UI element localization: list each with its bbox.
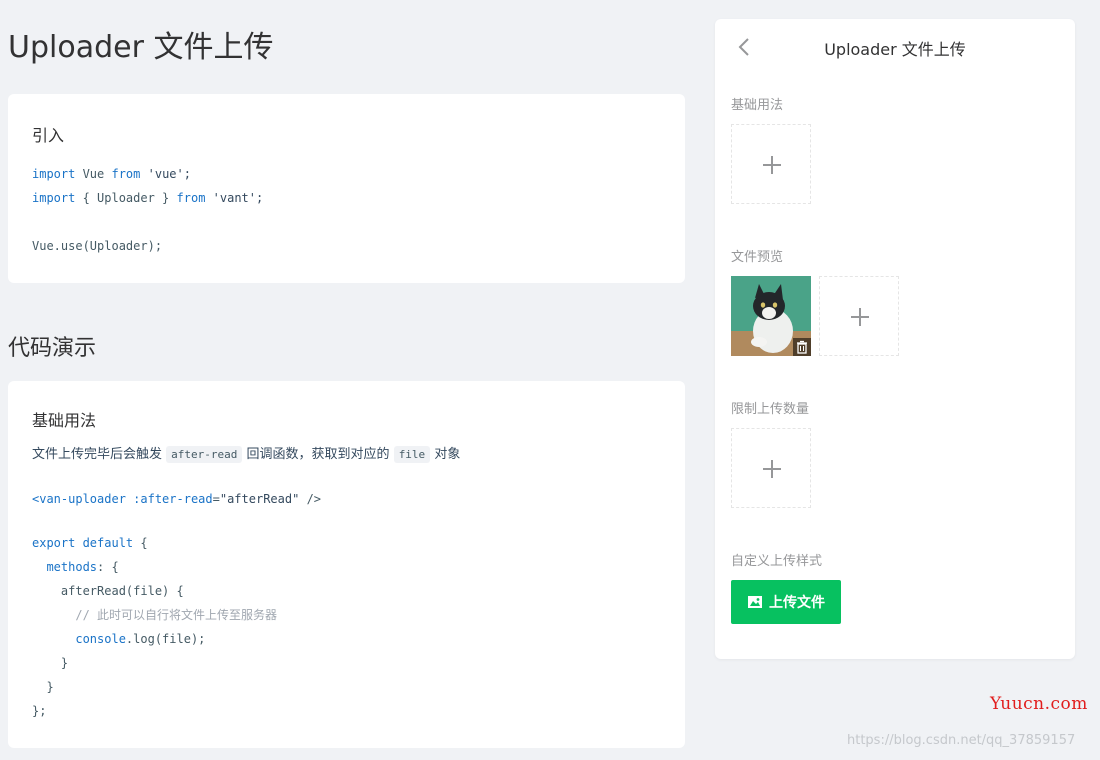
preview-image[interactable]	[731, 276, 811, 356]
basic-description: 文件上传完毕后会触发 after-read 回调函数，获取到对应的 file 对…	[32, 446, 461, 463]
code-line: Vue.use(Uploader);	[32, 239, 163, 253]
phone-simulator: Uploader 文件上传 基础用法 文件预览 限制上传数量 自定义上传样式 上…	[715, 19, 1075, 659]
page-title: Uploader 文件上传	[8, 30, 274, 65]
uploader-box[interactable]	[819, 276, 899, 356]
watermark-url: https://blog.csdn.net/qq_37859157	[847, 733, 1076, 748]
basic-usage-card: 基础用法 文件上传完毕后会触发 after-read 回调函数，获取到对应的 f…	[8, 381, 685, 748]
upload-button-label: 上传文件	[769, 595, 825, 611]
code-line: import { Uploader } from 'vant';	[32, 191, 264, 205]
inline-code: after-read	[166, 446, 243, 463]
intro-card: 引入 import Vue from 'vue'; import { Uploa…	[8, 94, 685, 283]
demo-label-basic: 基础用法	[731, 98, 784, 113]
code-line: import Vue from 'vue';	[32, 167, 191, 181]
watermark-brand: Yuucn.com	[990, 694, 1088, 714]
template-code-block: <van-uploader :after-read="afterRead" />	[32, 492, 322, 506]
delete-button[interactable]	[793, 338, 811, 356]
trash-icon	[797, 340, 807, 354]
intro-heading: 引入	[32, 126, 65, 145]
image-icon	[748, 596, 762, 608]
inline-code: file	[393, 446, 431, 463]
uploader-box[interactable]	[731, 428, 811, 508]
intro-code-block: import Vue from 'vue'; import { Uploader…	[32, 162, 263, 258]
upload-file-button[interactable]: 上传文件	[731, 580, 841, 624]
demo-label-limit: 限制上传数量	[731, 402, 810, 417]
demo-label-preview: 文件预览	[731, 250, 784, 265]
nav-title: Uploader 文件上传	[824, 40, 966, 59]
demo-label-custom: 自定义上传样式	[731, 554, 823, 569]
section-title: 代码演示	[8, 336, 97, 361]
script-code-block: export default { methods: { afterRead(fi…	[32, 536, 278, 718]
uploader-box[interactable]	[731, 124, 811, 204]
nav-bar: Uploader 文件上传	[715, 19, 1075, 75]
basic-heading: 基础用法	[32, 411, 97, 430]
